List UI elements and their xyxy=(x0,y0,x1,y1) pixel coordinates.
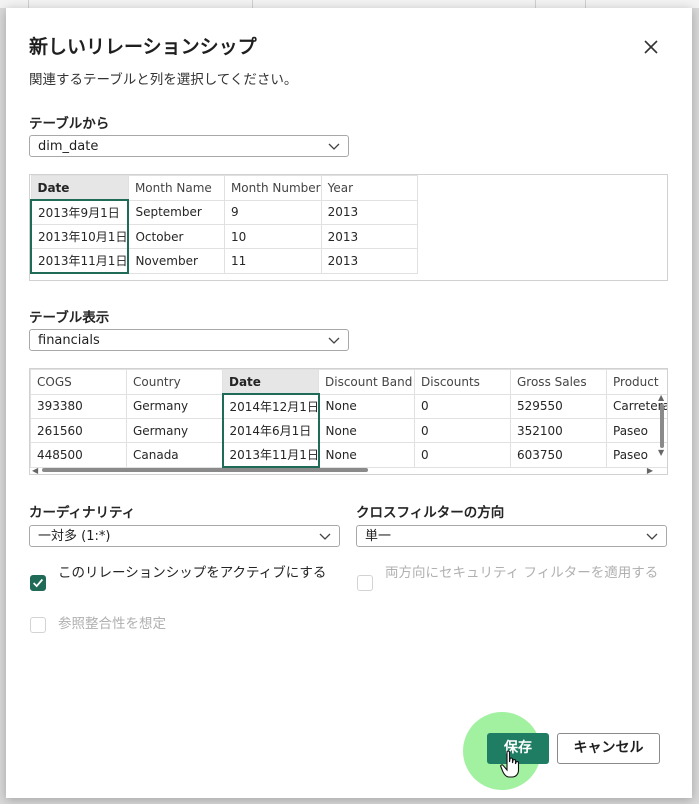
horizontal-scroll-thumb[interactable] xyxy=(42,468,368,472)
table-cell: None xyxy=(318,442,415,468)
table-cell: 603750 xyxy=(510,442,607,468)
close-icon[interactable] xyxy=(640,36,662,58)
table-cell: Germany xyxy=(126,418,223,443)
from-table-dropdown[interactable]: dim_date xyxy=(29,135,349,157)
column-header[interactable]: Discounts xyxy=(414,369,511,395)
from-table-selected: dim_date xyxy=(38,139,99,154)
column-header[interactable]: Month Name xyxy=(127,175,225,201)
cross-filter-label: クロスフィルターの方向 xyxy=(356,505,505,521)
column-header[interactable]: Country xyxy=(126,369,223,395)
make-active-checkbox[interactable] xyxy=(30,575,46,591)
make-active-label: このリレーションシップをアクティブにする xyxy=(58,565,327,581)
bidirectional-security-checkbox xyxy=(357,575,373,591)
cardinality-selected: 一対多 (1:*) xyxy=(38,529,111,544)
table-header-row: COGS Country Date Discount Band Discount… xyxy=(30,369,667,395)
hand-pointer-icon xyxy=(500,750,520,778)
table-row: 2013年9月1日 September 9 2013 xyxy=(30,199,418,225)
scroll-left-icon[interactable]: ◀ xyxy=(32,466,38,474)
table-cell: 0 xyxy=(414,393,511,419)
table-cell: 352100 xyxy=(510,418,607,443)
dialog-title: 新しいリレーションシップ xyxy=(29,36,257,58)
table-cell: None xyxy=(318,393,415,419)
background-grid-line xyxy=(252,0,253,8)
chevron-down-icon xyxy=(646,533,658,540)
table-cell: 393380 xyxy=(30,393,127,419)
table-cell: September xyxy=(127,199,225,225)
table-cell: November xyxy=(127,248,225,274)
table-row: 448500 Canada 2013年11月1日 None 0 603750 P… xyxy=(30,442,667,468)
table-cell: 2013 xyxy=(320,248,418,274)
column-header[interactable]: Discount Band xyxy=(318,369,415,395)
cross-filter-selected: 単一 xyxy=(365,529,392,544)
background-grid-line xyxy=(585,0,586,8)
scroll-down-icon[interactable]: ▼ xyxy=(658,448,664,457)
table-row: 261560 Germany 2014年6月1日 None 0 352100 P… xyxy=(30,418,667,443)
column-header[interactable]: Month Number xyxy=(223,175,322,201)
to-table-preview: COGS Country Date Discount Band Discount… xyxy=(29,368,668,475)
cardinality-label: カーディナリティ xyxy=(29,505,136,521)
column-header[interactable]: Gross Sales xyxy=(510,369,607,395)
from-table-preview: Date Month Name Month Number Year 2013年9… xyxy=(29,174,668,281)
table-cell: Germany xyxy=(126,393,223,419)
cardinality-dropdown[interactable]: 一対多 (1:*) xyxy=(29,525,340,547)
chevron-down-icon xyxy=(328,143,340,150)
vertical-scrollbar[interactable]: ▲ ▼ xyxy=(658,393,666,457)
to-table-label: テーブル表示 xyxy=(29,310,110,326)
table-cell: 2013 xyxy=(320,199,418,225)
table-cell: 11 xyxy=(223,248,322,274)
table-cell: 0 xyxy=(414,442,511,468)
table-cell: 2013年11月1日 xyxy=(30,248,130,274)
vertical-scroll-thumb[interactable] xyxy=(660,404,664,448)
column-header[interactable]: Product xyxy=(606,369,667,395)
to-table-grid: COGS Country Date Discount Band Discount… xyxy=(30,369,667,468)
assume-integrity-checkbox xyxy=(30,617,46,633)
table-row: 2013年10月1日 October 10 2013 xyxy=(30,224,418,249)
dialog-subtitle: 関連するテーブルと列を選択してください。 xyxy=(29,72,298,88)
table-cell: 2014年6月1日 xyxy=(221,418,320,443)
horizontal-scrollbar[interactable]: ◀ ▶ xyxy=(30,466,665,474)
table-header-row: Date Month Name Month Number Year xyxy=(30,175,418,201)
table-cell: 2013 xyxy=(320,224,418,249)
column-header-date[interactable]: Date xyxy=(30,175,129,201)
table-row: 393380 Germany 2014年12月1日 None 0 529550 … xyxy=(30,393,667,419)
to-table-selected: financials xyxy=(38,333,100,348)
background-window-strip xyxy=(0,0,699,8)
assume-integrity-label: 参照整合性を想定 xyxy=(58,616,166,632)
background-grid-line xyxy=(28,0,29,8)
table-cell: None xyxy=(318,418,415,443)
bidirectional-security-label: 両方向にセキュリティ フィルターを適用する xyxy=(385,565,659,581)
table-cell: 9 xyxy=(223,199,322,225)
cross-filter-dropdown[interactable]: 単一 xyxy=(356,525,667,547)
table-cell: 2013年11月1日 xyxy=(221,442,320,468)
table-cell: 10 xyxy=(223,224,322,249)
scroll-right-icon[interactable]: ▶ xyxy=(647,466,653,474)
cancel-button[interactable]: キャンセル xyxy=(557,733,660,764)
table-cell: 0 xyxy=(414,418,511,443)
to-table-dropdown[interactable]: financials xyxy=(29,329,349,351)
table-cell: Canada xyxy=(126,442,223,468)
chevron-down-icon xyxy=(319,533,331,540)
background-grid-line xyxy=(535,0,536,8)
new-relationship-dialog: 新しいリレーションシップ 関連するテーブルと列を選択してください。 テーブルから… xyxy=(6,8,692,798)
table-cell: 2013年9月1日 xyxy=(30,199,130,225)
chevron-down-icon xyxy=(328,337,340,344)
column-header[interactable]: COGS xyxy=(30,369,127,395)
checkmark-icon xyxy=(33,578,44,588)
scroll-up-icon[interactable]: ▲ xyxy=(658,393,664,402)
column-header-date[interactable]: Date xyxy=(222,369,319,395)
table-cell: 2014年12月1日 xyxy=(221,393,320,419)
table-cell: 261560 xyxy=(30,418,127,443)
from-table-grid: Date Month Name Month Number Year 2013年9… xyxy=(30,175,418,274)
table-cell: 448500 xyxy=(30,442,127,468)
from-table-label: テーブルから xyxy=(29,116,110,132)
table-cell: 2013年10月1日 xyxy=(30,224,130,249)
column-header[interactable]: Year xyxy=(320,175,418,201)
table-cell: October xyxy=(127,224,225,249)
table-cell: 529550 xyxy=(510,393,607,419)
table-row: 2013年11月1日 November 11 2013 xyxy=(30,248,418,274)
